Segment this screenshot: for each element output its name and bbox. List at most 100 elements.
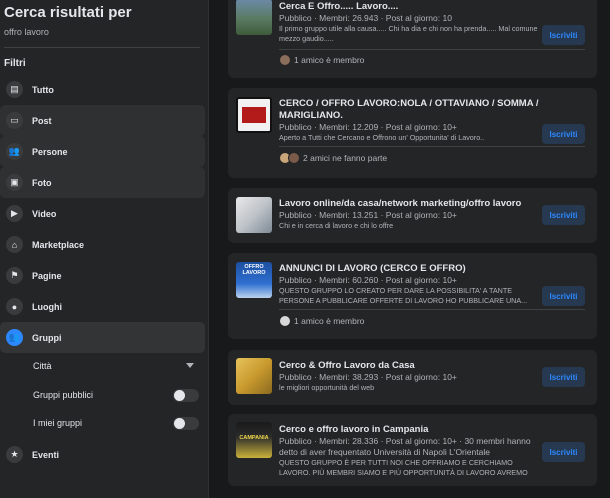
join-button[interactable]: Iscriviti <box>542 205 585 225</box>
mutual-friends: 2 amici ne fanno parte <box>279 152 387 164</box>
sidebar-item-foto[interactable]: ▣ Foto <box>0 167 205 198</box>
avatar <box>279 315 291 327</box>
my-groups-filter: I miei gruppi <box>0 409 205 437</box>
sidebar-item-label: Eventi <box>32 449 60 460</box>
mutual-friends: 1 amico è membro <box>279 315 364 327</box>
group-result-card[interactable]: Lavoro online/da casa/network marketing/… <box>228 188 597 243</box>
join-button[interactable]: Iscriviti <box>542 286 585 306</box>
group-thumbnail[interactable] <box>236 97 272 133</box>
group-thumbnail[interactable]: CAMPANIA <box>236 422 272 458</box>
public-groups-toggle[interactable] <box>173 389 199 402</box>
sidebar-item-post[interactable]: ▭ Post <box>0 105 205 136</box>
my-groups-label: I miei gruppi <box>33 418 83 428</box>
city-filter[interactable]: Città <box>0 352 205 380</box>
group-thumbnail[interactable] <box>236 358 272 394</box>
group-description: QUESTO GRUPPO È PER TUTTI NOI CHE OFFRIA… <box>279 458 528 477</box>
avatar <box>288 152 300 164</box>
sidebar-divider <box>4 47 200 48</box>
group-name[interactable]: CERCO / OFFRO LAVORO:NOLA / OTTAVIANO / … <box>279 98 541 122</box>
join-button[interactable]: Iscriviti <box>542 442 585 462</box>
sidebar-title: Cerca risultati per <box>4 4 132 21</box>
filters-sidebar: Cerca risultati per offro lavoro Filtri … <box>0 0 209 498</box>
location-icon: ● <box>6 298 23 315</box>
city-filter-label: Città <box>33 361 52 371</box>
group-meta: Pubblico · Membri: 13.251 · Post al gior… <box>279 210 457 220</box>
sidebar-item-label: Tutto <box>32 84 54 95</box>
group-description: QUESTO GRUPPO LO CREATO PER DARE LA POSS… <box>279 286 528 305</box>
video-icon: ▶ <box>6 205 23 222</box>
group-result-card[interactable]: Cerca E Offro..... Lavoro.... Pubblico ·… <box>228 0 597 78</box>
join-button[interactable]: Iscriviti <box>542 367 585 387</box>
group-info: Cerca E Offro..... Lavoro.... Pubblico ·… <box>279 1 541 43</box>
sidebar-item-label: Video <box>32 208 57 219</box>
sidebar-item-label: Gruppi <box>32 332 62 343</box>
sidebar-item-luoghi[interactable]: ● Luoghi <box>0 291 205 322</box>
mutual-friends-text: 2 amici ne fanno parte <box>303 153 388 163</box>
mutual-friends-text: 1 amico è membro <box>294 316 365 326</box>
group-description: Chi e in cerca di lavoro e chi lo offre <box>279 221 394 230</box>
group-info: Lavoro online/da casa/network marketing/… <box>279 198 541 231</box>
search-results-page: Cerca risultati per offro lavoro Filtri … <box>0 0 610 498</box>
sidebar-item-tutto[interactable]: ▤ Tutto <box>0 74 205 105</box>
chevron-down-icon <box>186 363 194 368</box>
feed-icon: ▤ <box>6 81 23 98</box>
group-info: Cerco & Offro Lavoro da Casa Pubblico · … <box>279 360 541 393</box>
groups-icon: 👥 <box>6 329 23 346</box>
photo-icon: ▣ <box>6 174 23 191</box>
group-name[interactable]: ANNUNCI DI LAVORO (CERCO E OFFRO) <box>279 263 541 275</box>
sidebar-item-label: Foto <box>32 177 52 188</box>
group-thumbnail[interactable]: OFFRO LAVORO <box>236 262 272 298</box>
avatar <box>279 54 291 66</box>
post-icon: ▭ <box>6 112 23 129</box>
thumbnail-text: OFFRO LAVORO <box>242 264 266 276</box>
group-name[interactable]: Lavoro online/da casa/network marketing/… <box>279 198 541 210</box>
filters-heading: Filtri <box>4 58 26 69</box>
group-meta: Pubblico · Membri: 26.943 · Post al gior… <box>279 13 452 23</box>
marketplace-icon: ⌂ <box>6 236 23 253</box>
public-groups-label: Gruppi pubblici <box>33 390 94 400</box>
group-meta: Pubblico · Membri: 38.293 · Post al gior… <box>279 372 457 382</box>
group-result-card[interactable]: CERCO / OFFRO LAVORO:NOLA / OTTAVIANO / … <box>228 88 597 178</box>
group-name[interactable]: Cerco e offro lavoro in Campania <box>279 424 541 436</box>
sidebar-item-label: Luoghi <box>32 301 62 312</box>
calendar-icon: ★ <box>6 446 23 463</box>
my-groups-toggle[interactable] <box>173 417 199 430</box>
search-query: offro lavoro <box>4 27 49 37</box>
join-button[interactable]: Iscriviti <box>542 124 585 144</box>
thumbnail-graphic <box>242 107 266 123</box>
public-groups-filter: Gruppi pubblici <box>0 381 205 409</box>
card-divider <box>279 309 585 310</box>
group-thumbnail[interactable] <box>236 197 272 233</box>
mutual-friends-text: 1 amico è membro <box>294 55 365 65</box>
thumbnail-text: CAMPANIA <box>239 435 269 441</box>
group-meta: Pubblico · Membri: 60.260 · Post al gior… <box>279 275 457 285</box>
group-description: Il primo gruppo utile alla causa..... Ch… <box>279 24 538 43</box>
group-info: ANNUNCI DI LAVORO (CERCO E OFFRO) Pubbli… <box>279 263 541 305</box>
group-thumbnail[interactable] <box>236 0 272 35</box>
group-description: le migliori opportunità del web <box>279 383 375 392</box>
group-meta: Pubblico · Membri: 28.336 · Post al gior… <box>279 436 531 457</box>
sidebar-item-pagine[interactable]: ⚑ Pagine <box>0 260 205 291</box>
flag-icon: ⚑ <box>6 267 23 284</box>
sidebar-item-marketplace[interactable]: ⌂ Marketplace <box>0 229 205 260</box>
sidebar-item-video[interactable]: ▶ Video <box>0 198 205 229</box>
join-button[interactable]: Iscriviti <box>542 25 585 45</box>
sidebar-item-label: Post <box>32 115 52 126</box>
group-meta: Pubblico · Membri: 12.209 · Post al gior… <box>279 122 457 132</box>
filter-nav: ▤ Tutto ▭ Post 👥 Persone ▣ Foto ▶ Video … <box>0 74 205 353</box>
group-result-card[interactable]: CAMPANIA Cerco e offro lavoro in Campani… <box>228 414 597 486</box>
results-list: Cerca E Offro..... Lavoro.... Pubblico ·… <box>209 0 610 498</box>
sidebar-item-label: Persone <box>32 146 68 157</box>
group-name[interactable]: Cerco & Offro Lavoro da Casa <box>279 360 541 372</box>
group-info: CERCO / OFFRO LAVORO:NOLA / OTTAVIANO / … <box>279 98 541 143</box>
sidebar-item-persone[interactable]: 👥 Persone <box>0 136 205 167</box>
sidebar-item-eventi[interactable]: ★ Eventi <box>0 439 205 470</box>
group-result-card[interactable]: Cerco & Offro Lavoro da Casa Pubblico · … <box>228 350 597 405</box>
group-name[interactable]: Cerca E Offro..... Lavoro.... <box>279 1 541 13</box>
sidebar-item-gruppi[interactable]: 👥 Gruppi <box>0 322 205 353</box>
card-divider <box>279 49 585 50</box>
mutual-friends: 1 amico è membro <box>279 54 364 66</box>
sidebar-item-label: Pagine <box>32 270 62 281</box>
group-result-card[interactable]: OFFRO LAVORO ANNUNCI DI LAVORO (CERCO E … <box>228 253 597 339</box>
sidebar-item-label: Marketplace <box>32 239 85 250</box>
